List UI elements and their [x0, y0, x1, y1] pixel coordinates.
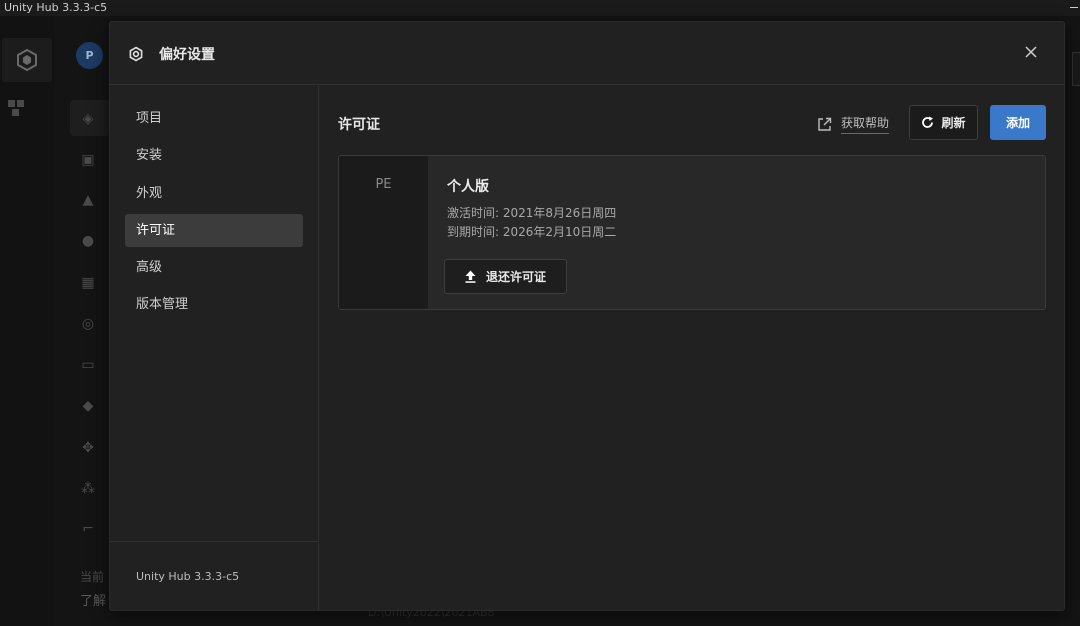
target-icon[interactable]: ◎	[80, 316, 96, 332]
upload-icon	[465, 270, 476, 283]
avatar[interactable]: P	[76, 42, 103, 69]
left-rail	[0, 16, 54, 626]
licenses-panel: 许可证 获取帮助 刷新 添加 PE 个人版 激活时间: 2021年8月26日周四…	[320, 86, 1064, 610]
bg-bottom-link[interactable]: 了解	[80, 590, 106, 609]
modal-title: 偏好设置	[159, 47, 215, 63]
bg-bottom-text: 当前	[80, 570, 105, 584]
panel-title: 许可证	[338, 117, 380, 133]
get-help-label: 获取帮助	[841, 114, 890, 134]
preferences-modal: 偏好设置 项目 安装 外观 许可证 高级 版本管理 Unity Hub 3.3.…	[109, 21, 1065, 611]
nav-item-installs[interactable]: 安装	[125, 139, 303, 172]
tools-icon[interactable]: ⌐	[80, 521, 96, 537]
nav-item-appearance[interactable]: 外观	[125, 177, 303, 210]
window-title: Unity Hub 3.3.3-c5	[4, 1, 108, 14]
cube-icon[interactable]: ◈	[80, 111, 96, 127]
close-icon	[1025, 46, 1037, 58]
license-card: PE 个人版 激活时间: 2021年8月26日周四 到期时间: 2026年2月1…	[338, 155, 1046, 310]
license-activated: 激活时间: 2021年8月26日周四	[447, 206, 617, 220]
hub-version: Unity Hub 3.3.3-c5	[136, 570, 240, 583]
unity-logo-icon[interactable]	[2, 38, 52, 82]
bg-right-button[interactable]	[1072, 52, 1080, 86]
get-help-link[interactable]: 获取帮助	[817, 112, 890, 136]
license-badge: PE	[339, 156, 428, 309]
add-license-button[interactable]: 添加	[990, 105, 1046, 140]
preferences-sidebar: 项目 安装 外观 许可证 高级 版本管理 Unity Hub 3.3.3-c5	[110, 86, 319, 610]
keyboard-icon[interactable]: ▭	[80, 357, 96, 373]
refresh-icon	[922, 116, 934, 128]
window-titlebar: Unity Hub 3.3.3-c5	[0, 0, 1080, 16]
license-badge-text: PE	[375, 177, 392, 192]
nodes-icon[interactable]: ⁂	[80, 481, 96, 497]
close-button[interactable]	[1022, 43, 1040, 61]
refresh-label: 刷新	[941, 116, 966, 130]
lock-icon[interactable]: ▣	[80, 152, 96, 168]
people-icon[interactable]: ●	[80, 233, 96, 249]
nav-item-version-control[interactable]: 版本管理	[125, 288, 303, 321]
minimize-icon[interactable]	[1070, 7, 1078, 8]
cubes-icon[interactable]	[4, 96, 28, 120]
tag-icon[interactable]: ◆	[80, 398, 96, 414]
return-license-label: 退还许可证	[485, 270, 546, 284]
nav-item-licenses[interactable]: 许可证	[125, 214, 303, 247]
license-expires: 到期时间: 2026年2月10日周二	[447, 225, 617, 239]
nav-item-advanced[interactable]: 高级	[125, 251, 303, 284]
gamepad-icon[interactable]: ✥	[80, 440, 96, 456]
sidebar-divider	[110, 541, 318, 542]
external-link-icon	[818, 117, 832, 131]
refresh-button[interactable]: 刷新	[909, 105, 978, 140]
grid-icon[interactable]: ▦	[80, 275, 96, 291]
graduation-icon[interactable]: ▲	[80, 192, 96, 208]
gear-icon	[129, 46, 143, 62]
return-license-button[interactable]: 退还许可证	[444, 259, 567, 294]
modal-header: 偏好设置	[110, 22, 1064, 85]
nav-item-projects[interactable]: 项目	[125, 102, 303, 135]
license-name: 个人版	[447, 179, 489, 195]
